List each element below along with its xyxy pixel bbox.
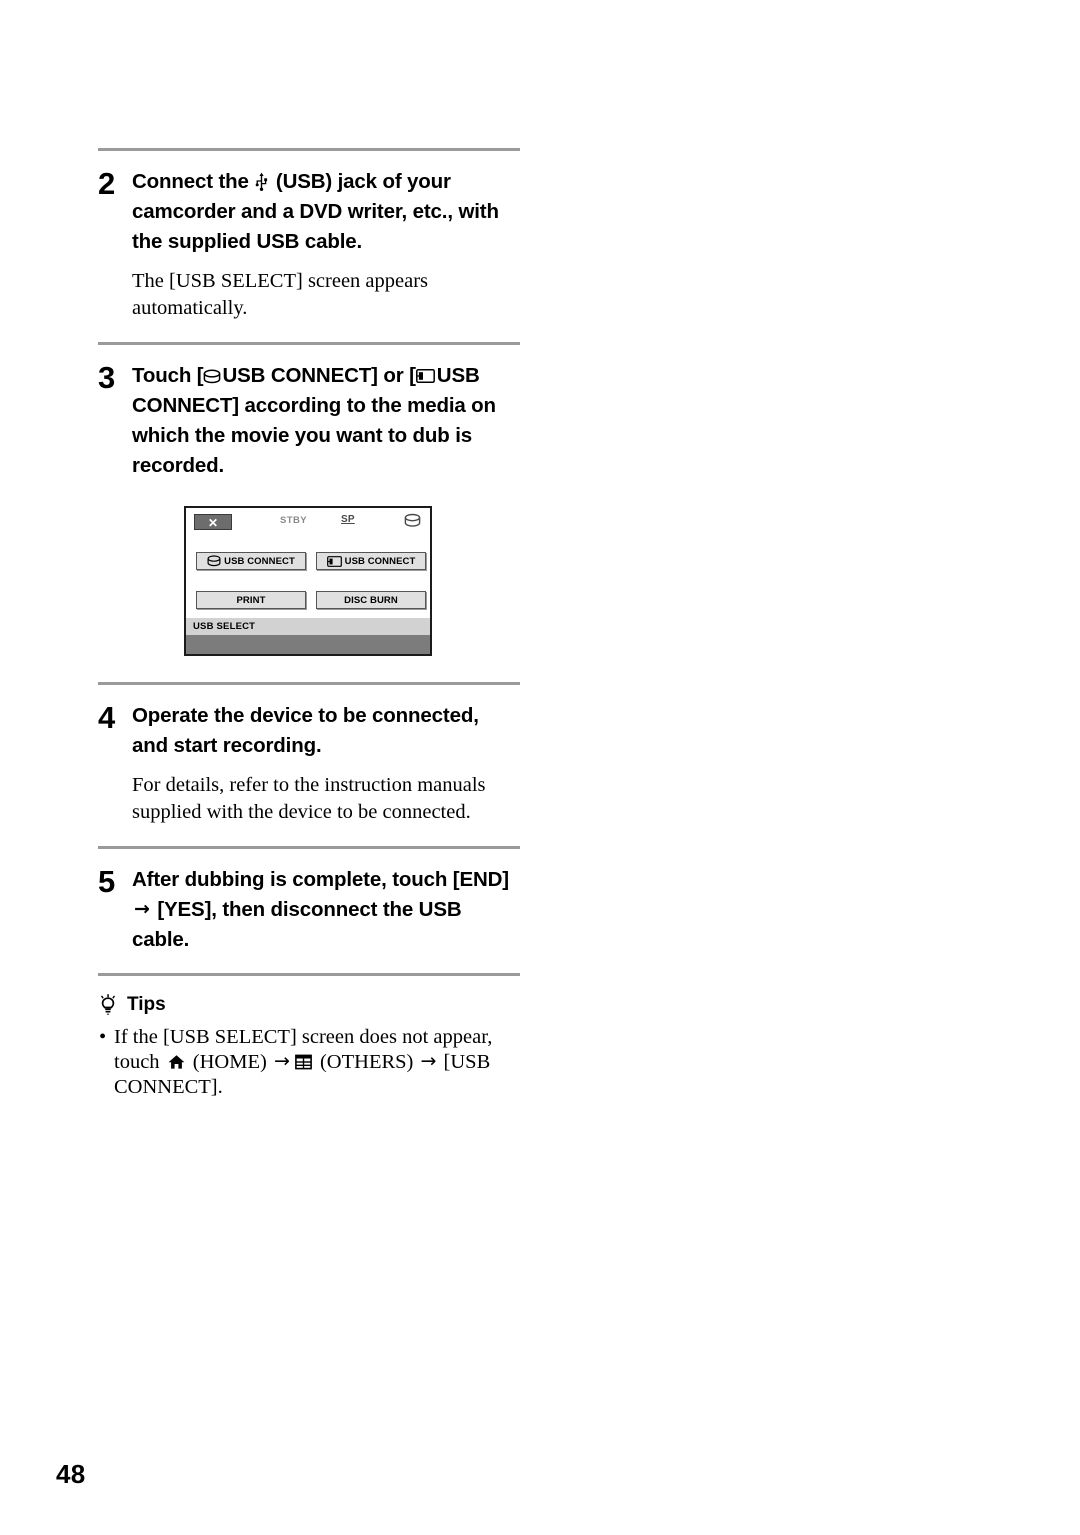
usb-select-figure: ✕ STBY SP USB CONNECT USB CONNECT PRINT … [184,506,520,682]
lcd-button-disc-burn[interactable]: DISC BURN [316,591,426,609]
step-4: 4 Operate the device to be connected, an… [98,685,520,761]
memory-card-icon [415,369,435,383]
lcd-status-bar: ✕ STBY SP [186,508,430,540]
tips-heading-label: Tips [127,994,166,1015]
others-grid-icon [294,1052,312,1070]
lcd-footer-bar [186,635,430,654]
step-3: 3 Touch [USB CONNECT] or [USB CONNECT] a… [98,345,520,481]
close-button[interactable]: ✕ [194,514,232,530]
manual-page: 2 Connect the (USB) jack of your camcord… [0,0,1080,1535]
tips-heading: Tips [98,994,520,1016]
page-number: 48 [56,1459,86,1489]
lcd-screen: ✕ STBY SP USB CONNECT USB CONNECT PRINT … [184,506,432,656]
record-mode-indicator: SP [341,514,355,525]
home-icon [168,1052,185,1069]
arrow-right-icon: → [134,898,150,920]
lightbulb-icon [98,994,118,1016]
tips-list-item: If the [USB SELECT] screen does not appe… [98,1025,520,1100]
tip-text-b: (HOME) [187,1051,272,1073]
lcd-button-label: USB CONNECT [344,555,416,567]
step-number: 4 [98,700,116,735]
hard-disk-icon [203,369,221,384]
step-title-part-b: [YES], then disconnect the USB cable. [132,898,462,951]
step-2: 2 Connect the (USB) jack of your camcord… [98,151,520,257]
step-title-part-a: After dubbing is complete, touch [END] [132,868,509,891]
step-number: 3 [98,360,116,395]
memory-card-icon [326,555,342,567]
step-title: Touch [USB CONNECT] or [USB CONNECT] acc… [132,361,520,481]
arrow-right-icon: → [273,1050,290,1072]
arrow-right-icon: → [420,1050,437,1072]
hard-disk-icon [207,555,221,567]
step-2-body: The [USB SELECT] screen appears automati… [132,270,429,319]
step-4-body: For details, refer to the instruction ma… [132,774,486,823]
usb-icon [255,172,268,191]
step-title-pre: Connect the [132,170,255,193]
lcd-button-print[interactable]: PRINT [196,591,306,609]
content-column: 2 Connect the (USB) jack of your camcord… [98,148,520,1100]
lcd-button-label: PRINT [236,594,266,606]
tip-text-c: (OTHERS) [314,1051,419,1073]
step-title-part-a: Touch [ [132,364,204,387]
step-number: 5 [98,864,116,899]
step-title: Operate the device to be connected, and … [132,704,479,757]
standby-indicator: STBY [280,515,307,526]
step-title-part-b: USB CONNECT] or [ [222,364,416,387]
tips-list: If the [USB SELECT] screen does not appe… [98,1025,520,1100]
lcd-button-usb-connect-hdd[interactable]: USB CONNECT [196,552,306,570]
hard-disk-icon [404,513,421,528]
lcd-button-usb-connect-card[interactable]: USB CONNECT [316,552,426,570]
section-divider [98,973,520,976]
lcd-button-label: USB CONNECT [224,555,295,567]
step-5: 5 After dubbing is complete, touch [END]… [98,849,520,955]
step-title: After dubbing is complete, touch [END] →… [132,865,520,955]
lcd-screen-title: USB SELECT [186,618,430,635]
lcd-button-label: DISC BURN [344,594,398,606]
step-title: Connect the (USB) jack of your camcorder… [132,167,520,257]
step-number: 2 [98,166,116,201]
